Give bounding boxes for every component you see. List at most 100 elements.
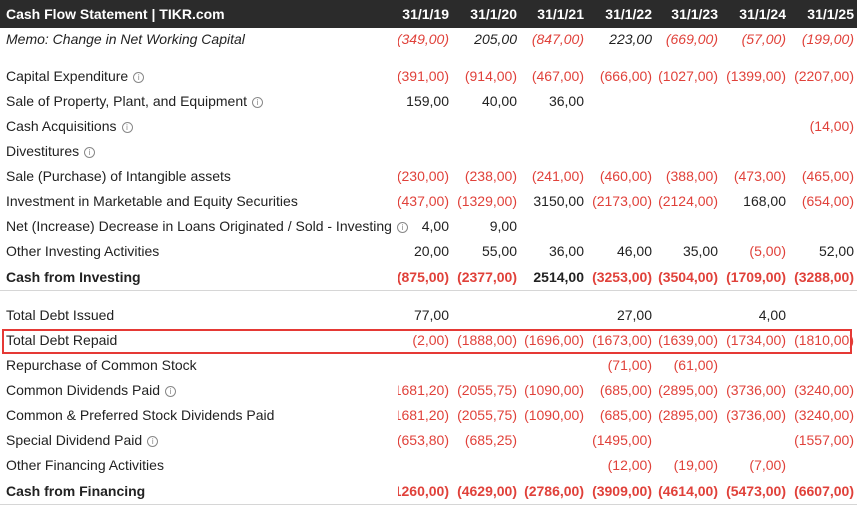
table-row-highlighted[interactable]: Total Debt Repaid (2,00) (1888,00) (1696,00… bbox=[0, 329, 857, 354]
value-cell: (14,00) bbox=[789, 118, 854, 134]
row-label-text: Cash from Investing bbox=[6, 269, 141, 285]
column-header[interactable]: 31/1/22 bbox=[587, 6, 652, 22]
value-text: 46,00 bbox=[616, 243, 652, 259]
value-cell: (2055,75) bbox=[452, 382, 517, 398]
value-cell: (4614,00) bbox=[655, 483, 718, 499]
info-icon[interactable]: i bbox=[252, 97, 263, 108]
value-text: (1090,00) bbox=[524, 407, 584, 423]
table-row-total[interactable]: Cash from Investing (875,00) (2377,00) 2514… bbox=[0, 265, 857, 291]
value-cell: (460,00) bbox=[587, 168, 652, 184]
info-icon[interactable]: i bbox=[133, 72, 145, 83]
value-cell: (654,00) bbox=[789, 193, 854, 209]
row-label: Cash from Investing bbox=[6, 269, 141, 285]
value-text: 36,00 bbox=[548, 243, 584, 259]
table-row[interactable]: Common & Preferred Stock Dividends Paid (… bbox=[0, 404, 857, 429]
value-cell: (685,25) bbox=[452, 432, 517, 448]
value-cell: (914,00) bbox=[452, 68, 517, 84]
value-text: 3150,00 bbox=[533, 193, 584, 209]
value-cell: 9,00 bbox=[452, 218, 517, 234]
info-icon[interactable]: i bbox=[84, 147, 96, 158]
table-row[interactable]: Total Debt Issued 77,00 27,00 4,00 bbox=[0, 304, 857, 329]
row-label-text: Repurchase of Common Stock bbox=[6, 357, 197, 373]
value-cell: (1027,00) bbox=[655, 68, 718, 84]
table-row[interactable]: Other Financing Activities (12,00) (19,00)… bbox=[0, 454, 857, 479]
row-label: Total Debt Repaid bbox=[6, 332, 117, 348]
table-row[interactable]: Other Investing Activities 20,00 55,00 36,0… bbox=[0, 240, 857, 265]
table-row[interactable]: Net (Increase) Decrease in Loans Origina… bbox=[0, 215, 857, 240]
row-label-text: Investment in Marketable and Equity Secu… bbox=[6, 193, 298, 209]
value-cell: 4,00 bbox=[398, 218, 449, 234]
value-cell: (388,00) bbox=[655, 168, 718, 184]
value-cell: 159,00 bbox=[398, 93, 449, 109]
value-text: 159,00 bbox=[406, 93, 449, 109]
value-text: (914,00) bbox=[464, 68, 517, 84]
value-text: (685,25) bbox=[464, 432, 517, 448]
value-cell: (875,00) bbox=[398, 269, 449, 285]
value-text: (1260,00) bbox=[398, 483, 449, 499]
info-icon[interactable]: i bbox=[121, 122, 133, 133]
value-cell: 36,00 bbox=[520, 243, 584, 259]
table-row[interactable]: Divestitures i bbox=[0, 140, 857, 165]
row-label-text: Other Investing Activities bbox=[6, 243, 160, 259]
table-row[interactable]: Cash Acquisitions i (14,00) bbox=[0, 115, 857, 140]
row-label-text: Cash from Financing bbox=[6, 483, 146, 499]
column-header[interactable]: 31/1/19 bbox=[398, 6, 449, 22]
value-cell: (1329,00) bbox=[452, 193, 517, 209]
column-header[interactable]: 31/1/21 bbox=[520, 6, 584, 22]
table-row[interactable]: Investment in Marketable and Equity Secu… bbox=[0, 190, 857, 215]
value-text: (685,00) bbox=[599, 407, 652, 423]
row-label-text: Net (Increase) Decrease in Loans Origina… bbox=[6, 218, 392, 234]
table-row[interactable]: Capital Expenditure i (391,00) (914,00) (467… bbox=[0, 65, 857, 90]
value-text: (1673,00) bbox=[592, 332, 652, 348]
value-cell: (1681,20) bbox=[398, 382, 449, 398]
row-label: Sale (Purchase) of Intangible assets bbox=[6, 168, 231, 184]
value-cell: (1709,00) bbox=[722, 269, 786, 285]
row-label-text: Common Dividends Paid bbox=[6, 382, 161, 398]
row-label: Investment in Marketable and Equity Secu… bbox=[6, 193, 298, 209]
value-text: (3253,00) bbox=[592, 269, 652, 285]
value-cell: 35,00 bbox=[655, 243, 718, 259]
value-cell: 40,00 bbox=[452, 93, 517, 109]
value-text: (669,00) bbox=[665, 31, 718, 47]
info-icon[interactable]: i bbox=[147, 436, 159, 447]
table-row[interactable]: Common Dividends Paid i (1681,20) (2055,75)… bbox=[0, 379, 857, 404]
table-row[interactable]: Repurchase of Common Stock (71,00) (61,00) bbox=[0, 354, 857, 379]
value-text: (1696,00) bbox=[524, 332, 584, 348]
row-label: Common Dividends Paid i bbox=[6, 382, 177, 398]
page-title: Cash Flow Statement | TIKR.com bbox=[6, 6, 225, 22]
value-text: (14,00) bbox=[809, 118, 854, 134]
value-text: (4614,00) bbox=[658, 483, 718, 499]
value-cell: (3736,00) bbox=[722, 407, 786, 423]
column-header[interactable]: 31/1/20 bbox=[452, 6, 517, 22]
value-cell: (465,00) bbox=[789, 168, 854, 184]
value-text: (2895,00) bbox=[658, 382, 718, 398]
value-cell: (1681,20) bbox=[398, 407, 449, 423]
table-row[interactable]: Special Dividend Paid i (653,80) (685,25) (1… bbox=[0, 429, 857, 454]
value-text: 35,00 bbox=[682, 243, 718, 259]
value-text: (61,00) bbox=[673, 357, 718, 373]
table-row[interactable]: Sale of Property, Plant, and Equipment i 1… bbox=[0, 90, 857, 115]
value-text: (460,00) bbox=[599, 168, 652, 184]
table-row[interactable]: Memo: Change in Net Working Capital (349,… bbox=[0, 28, 857, 53]
column-header[interactable]: 31/1/25 bbox=[789, 6, 854, 22]
value-text: 4,00 bbox=[758, 307, 786, 323]
table-row-total[interactable]: Cash from Financing (1260,00) (4629,00) (27… bbox=[0, 479, 857, 505]
value-cell: (847,00) bbox=[520, 31, 584, 47]
info-icon[interactable]: i bbox=[165, 386, 177, 397]
value-cell: (7,00) bbox=[722, 457, 786, 473]
column-header[interactable]: 31/1/24 bbox=[722, 6, 786, 22]
value-text: (388,00) bbox=[665, 168, 718, 184]
value-text: (71,00) bbox=[607, 357, 652, 373]
value-cell: 3150,00 bbox=[520, 193, 584, 209]
value-cell: (199,00) bbox=[789, 31, 854, 47]
value-text: (2377,00) bbox=[457, 269, 517, 285]
table-row[interactable]: Sale (Purchase) of Intangible assets (230… bbox=[0, 165, 857, 190]
value-text: 205,00 bbox=[474, 31, 517, 47]
value-text: 223,00 bbox=[609, 31, 652, 47]
column-header[interactable]: 31/1/23 bbox=[655, 6, 718, 22]
value-text: 40,00 bbox=[481, 93, 517, 109]
value-cell: 55,00 bbox=[452, 243, 517, 259]
value-text: (467,00) bbox=[531, 68, 584, 84]
row-label-text: Sale (Purchase) of Intangible assets bbox=[6, 168, 231, 184]
row-label-text: Memo: Change in Net Working Capital bbox=[6, 31, 245, 47]
